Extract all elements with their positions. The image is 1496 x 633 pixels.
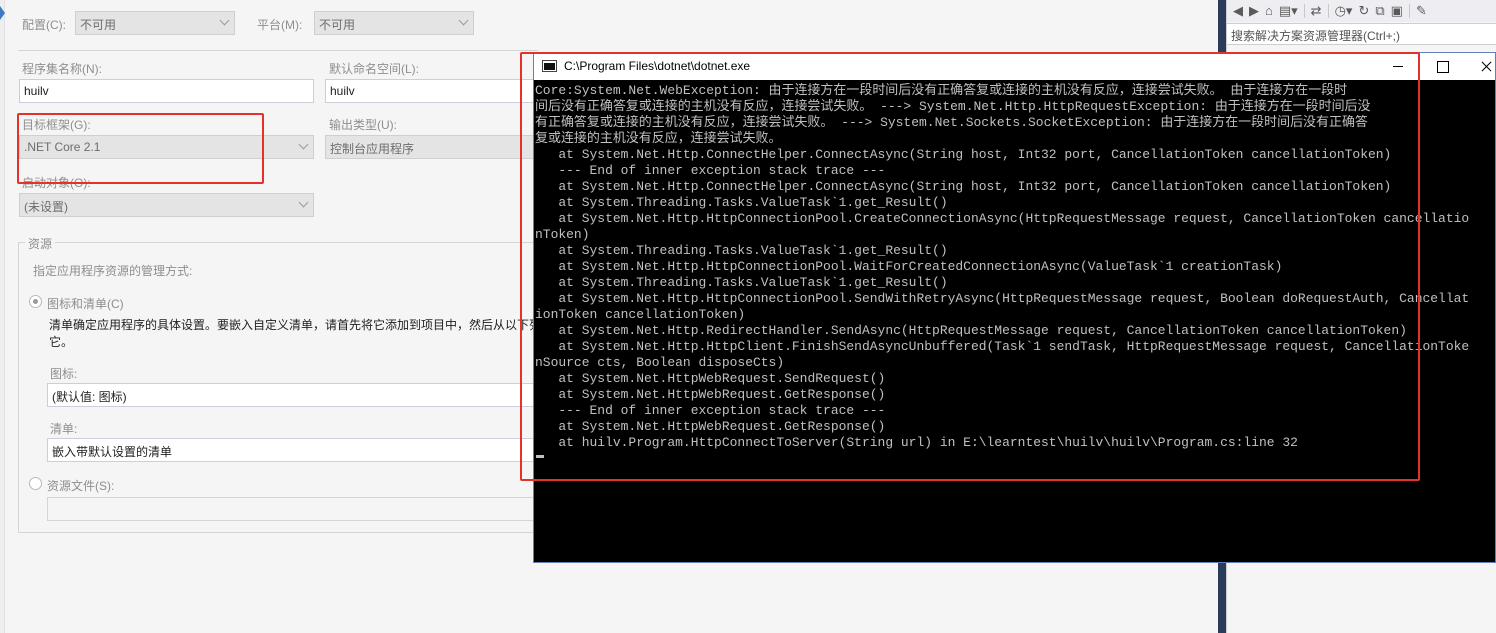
- startup-object-value: (未设置): [24, 200, 68, 214]
- config-label: 配置(C):: [22, 18, 66, 32]
- manifest-dropdown[interactable]: 嵌入带默认设置的清单: [47, 438, 537, 462]
- config-value: 不可用: [80, 18, 117, 32]
- chevron-down-icon: [458, 15, 469, 26]
- pending-changes-icon[interactable]: ◷▾: [1335, 4, 1353, 18]
- default-namespace-input[interactable]: huilv: [325, 79, 540, 103]
- annotation-highlight-box: [520, 52, 1420, 481]
- resource-file-radio-label: 资源文件(S):: [47, 479, 115, 493]
- header-divider: [18, 50, 538, 51]
- solution-explorer-search-input[interactable]: 搜索解决方案资源管理器(Ctrl+;): [1227, 23, 1496, 45]
- show-all-files-icon[interactable]: ▣: [1391, 4, 1403, 18]
- active-tab-marker: [0, 6, 5, 20]
- refresh-icon[interactable]: ↻: [1358, 4, 1369, 18]
- default-namespace-label: 默认命名空间(L):: [329, 62, 420, 76]
- icon-manifest-radio[interactable]: [29, 295, 42, 308]
- chevron-down-icon: [298, 139, 309, 150]
- toolbar-divider: [1303, 4, 1305, 18]
- properties-icon[interactable]: ✎: [1416, 4, 1427, 18]
- resource-file-radio[interactable]: [29, 477, 42, 490]
- chevron-down-icon: [219, 15, 230, 26]
- solution-explorer-toolbar: ◀ ▶ ⌂ ▤▾ ⇄ ◷▾ ↻ ⧉ ▣ ✎: [1227, 0, 1496, 22]
- platform-value: 不可用: [319, 18, 356, 32]
- manifest-description-line2: 它。: [49, 335, 74, 349]
- manifest-label: 清单:: [50, 422, 78, 436]
- output-type-dropdown[interactable]: 控制台应用程序: [325, 135, 540, 159]
- output-type-value: 控制台应用程序: [330, 142, 415, 156]
- forward-icon[interactable]: ▶: [1249, 4, 1259, 18]
- close-button[interactable]: [1464, 53, 1495, 80]
- annotation-highlight-box: [17, 113, 264, 184]
- resources-description: 指定应用程序资源的管理方式:: [33, 264, 193, 278]
- collapse-all-icon[interactable]: ⧉: [1375, 4, 1384, 18]
- back-icon[interactable]: ◀: [1233, 4, 1243, 18]
- platform-dropdown[interactable]: 不可用: [314, 11, 474, 35]
- config-dropdown[interactable]: 不可用: [75, 11, 235, 35]
- output-type-label: 输出类型(U):: [329, 118, 397, 132]
- toolbar-divider: [1408, 4, 1410, 18]
- toolbar-divider: [1327, 4, 1329, 18]
- manifest-description-line1: 清单确定应用程序的具体设置。要嵌入自定义清单，请首先将它添加到项目中，然后从以下…: [49, 318, 534, 332]
- home-icon[interactable]: ⌂: [1265, 4, 1273, 18]
- startup-object-dropdown[interactable]: (未设置): [19, 193, 314, 217]
- switch-views-icon[interactable]: ▤▾: [1279, 4, 1298, 18]
- chevron-down-icon: [298, 197, 309, 208]
- panel-left-edge: [0, 0, 5, 633]
- assembly-name-input[interactable]: huilv: [19, 79, 314, 103]
- assembly-name-label: 程序集名称(N):: [22, 62, 102, 76]
- icon-label: 图标:: [50, 367, 78, 381]
- platform-label: 平台(M):: [257, 18, 303, 32]
- resources-group-title: 资源: [25, 235, 56, 252]
- icon-dropdown[interactable]: (默认值: 图标): [47, 383, 537, 407]
- sync-icon[interactable]: ⇄: [1311, 4, 1322, 18]
- icon-manifest-radio-label: 图标和清单(C): [47, 297, 124, 311]
- resource-file-input[interactable]: [47, 497, 537, 521]
- maximize-button[interactable]: [1420, 53, 1464, 80]
